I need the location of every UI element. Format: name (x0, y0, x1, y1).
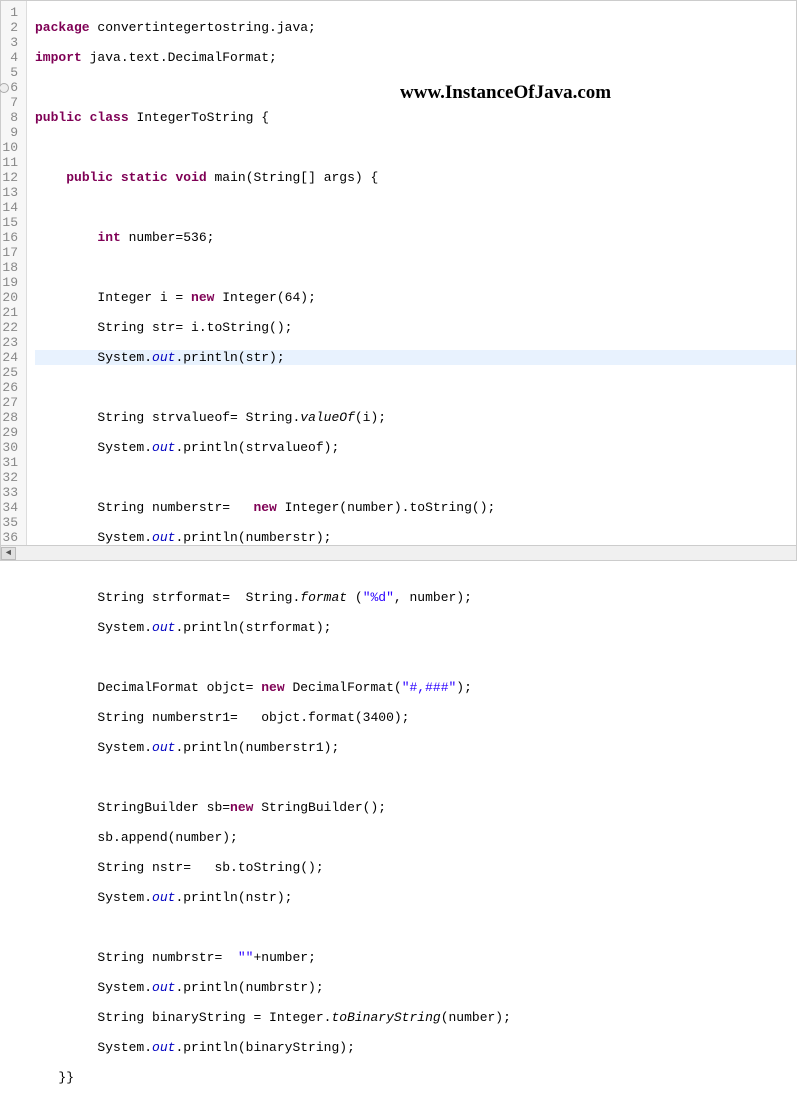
line-number: 24 (1, 350, 22, 365)
code-line: sb.append(number); (35, 830, 796, 845)
code-line: Integer i = new Integer(64); (35, 290, 796, 305)
line-number: 6 (1, 80, 22, 95)
code-line: String nstr= sb.toString(); (35, 860, 796, 875)
line-gutter: 1 2 3 4 5 6 7 8 9 10 11 12 13 14 15 16 1… (1, 1, 27, 545)
code-line: System.out.println(nstr); (35, 890, 796, 905)
line-number: 13 (1, 185, 22, 200)
line-number: 2 (1, 20, 22, 35)
line-number: 15 (1, 215, 22, 230)
line-number: 9 (1, 125, 22, 140)
code-line: String binaryString = Integer.toBinarySt… (35, 1010, 796, 1025)
code-line (35, 380, 796, 395)
code-line (35, 770, 796, 785)
scroll-left-icon[interactable]: ◄ (1, 547, 16, 560)
code-line: System.out.println(binaryString); (35, 1040, 796, 1055)
line-number: 23 (1, 335, 22, 350)
code-line: String numberstr1= objct.format(3400); (35, 710, 796, 725)
line-number: 16 (1, 230, 22, 245)
line-number: 1 (1, 5, 22, 20)
line-number: 19 (1, 275, 22, 290)
line-number: 10 (1, 140, 22, 155)
code-line: String numbrstr= ""+number; (35, 950, 796, 965)
line-number: 33 (1, 485, 22, 500)
code-editor: 1 2 3 4 5 6 7 8 9 10 11 12 13 14 15 16 1… (0, 0, 797, 546)
line-number: 32 (1, 470, 22, 485)
code-line (35, 470, 796, 485)
code-line: String strformat= String.format ("%d", n… (35, 590, 796, 605)
line-number: 20 (1, 290, 22, 305)
line-number: 31 (1, 455, 22, 470)
code-line: StringBuilder sb=new StringBuilder(); (35, 800, 796, 815)
line-number: 11 (1, 155, 22, 170)
line-number: 35 (1, 515, 22, 530)
line-number: 30 (1, 440, 22, 455)
line-number: 28 (1, 410, 22, 425)
code-line: String str= i.toString(); (35, 320, 796, 335)
code-line (35, 260, 796, 275)
code-line: public static void main(String[] args) { (35, 170, 796, 185)
code-line (35, 200, 796, 215)
line-number: 21 (1, 305, 22, 320)
line-number: 5 (1, 65, 22, 80)
line-number: 25 (1, 365, 22, 380)
code-line: int number=536; (35, 230, 796, 245)
line-number: 4 (1, 50, 22, 65)
code-line: DecimalFormat objct= new DecimalFormat("… (35, 680, 796, 695)
line-number: 22 (1, 320, 22, 335)
code-line: System.out.println(numbrstr); (35, 980, 796, 995)
line-number: 18 (1, 260, 22, 275)
line-number: 27 (1, 395, 22, 410)
code-line: package convertintegertostring.java; (35, 20, 796, 35)
line-number: 12 (1, 170, 22, 185)
watermark-text: www.InstanceOfJava.com (400, 82, 611, 104)
line-number: 8 (1, 110, 22, 125)
code-line: }} (35, 1070, 796, 1085)
code-line-highlighted: System.out.println(str); (35, 350, 796, 365)
line-number: 34 (1, 500, 22, 515)
code-line (35, 920, 796, 935)
line-number: 7 (1, 95, 22, 110)
code-line: String strvalueof= String.valueOf(i); (35, 410, 796, 425)
code-line: String numberstr= new Integer(number).to… (35, 500, 796, 515)
code-line: System.out.println(numberstr1); (35, 740, 796, 755)
line-number: 36 (1, 530, 22, 545)
code-line (35, 140, 796, 155)
line-number: 17 (1, 245, 22, 260)
line-number: 3 (1, 35, 22, 50)
line-number: 14 (1, 200, 22, 215)
code-line (35, 650, 796, 665)
code-line: public class IntegerToString { (35, 110, 796, 125)
code-line (35, 560, 796, 575)
code-line: System.out.println(strformat); (35, 620, 796, 635)
code-line: System.out.println(strvalueof); (35, 440, 796, 455)
code-line: System.out.println(numberstr); (35, 530, 796, 545)
line-number: 26 (1, 380, 22, 395)
code-line: import java.text.DecimalFormat; (35, 50, 796, 65)
line-number: 29 (1, 425, 22, 440)
